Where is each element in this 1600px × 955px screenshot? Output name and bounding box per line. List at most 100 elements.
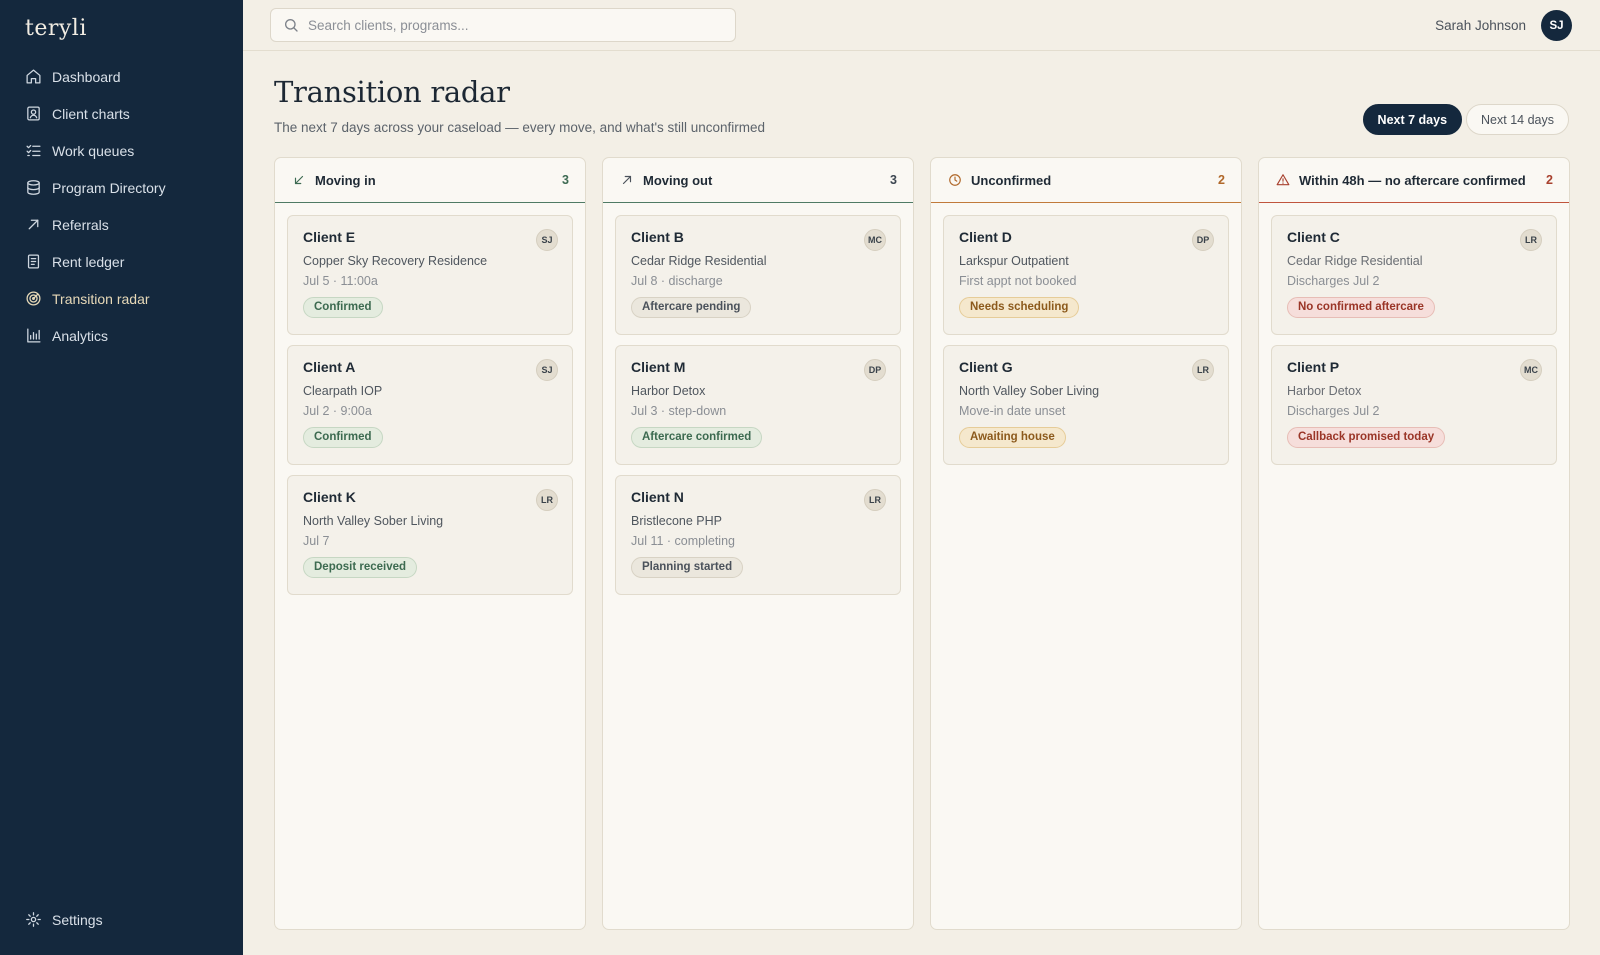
column-count: 3 <box>890 173 897 187</box>
client-card[interactable]: Client M DP Harbor Detox Jul 3 · step-down A… <box>615 345 901 465</box>
sidebar-item-work-queues[interactable]: Work queues <box>0 132 243 169</box>
program-name: Larkspur Outpatient <box>959 254 1069 268</box>
sidebar-item-program-directory[interactable]: Program Directory <box>0 169 243 206</box>
column-header: Within 48h — no aftercare confirmed 2 <box>1259 158 1569 203</box>
client-card[interactable]: Client B MC Cedar Ridge Residential Jul 8 ·… <box>615 215 901 335</box>
client-name: Client C <box>1287 229 1340 245</box>
client-card[interactable]: Client D DP Larkspur Outpatient First appt … <box>943 215 1229 335</box>
range-next-7-days-button[interactable]: Next 7 days <box>1362 104 1463 135</box>
client-name: Client N <box>631 489 684 505</box>
program-name: Cedar Ridge Residential <box>631 254 767 268</box>
assignee-avatar: SJ <box>536 229 558 251</box>
home-icon <box>26 69 41 84</box>
program-name: Harbor Detox <box>631 384 706 398</box>
column-count: 3 <box>562 173 569 187</box>
search-box <box>270 8 736 42</box>
assignee-avatar: SJ <box>536 359 558 381</box>
sidebar-item-dashboard[interactable]: Dashboard <box>0 58 243 95</box>
card-list: Client C LR Cedar Ridge Residential Dischar… <box>1259 203 1569 465</box>
sidebar-item-label: Referrals <box>52 216 109 233</box>
assignee-avatar: LR <box>1520 229 1542 251</box>
sidebar-item-analytics[interactable]: Analytics <box>0 317 243 354</box>
client-card[interactable]: Client P MC Harbor Detox Discharges Jul 2 Ca… <box>1271 345 1557 465</box>
sidebar-item-label: Dashboard <box>52 68 121 85</box>
status-badge: Deposit received <box>303 557 418 578</box>
column-title: Moving in <box>315 172 376 188</box>
column-count: 2 <box>1546 173 1553 187</box>
assignee-avatar: LR <box>864 489 886 511</box>
user-menu[interactable]: Sarah Johnson SJ <box>1435 10 1572 41</box>
sidebar-settings: Settings <box>0 901 243 938</box>
column-header: Moving out 3 <box>603 158 913 203</box>
status-badge: Awaiting house <box>959 427 1066 448</box>
avatar[interactable]: SJ <box>1541 10 1572 41</box>
status-badge: No confirmed aftercare <box>1287 297 1435 318</box>
transition-detail: Discharges Jul 2 <box>1287 404 1380 418</box>
arrow-up-right-icon <box>28 219 39 230</box>
column-within-48h-no-aftercare-confirmed: Within 48h — no aftercare confirmed 2 Clie… <box>1258 157 1570 930</box>
column-moving-in: Moving in 3 Client E SJ Copper Sky Recovery … <box>274 157 586 930</box>
program-name: North Valley Sober Living <box>303 514 444 528</box>
program-name: Clearpath IOP <box>303 384 383 398</box>
sidebar-item-label: Client charts <box>52 105 130 122</box>
client-name: Client B <box>631 229 684 245</box>
client-name: Client G <box>959 359 1013 375</box>
clock-icon <box>949 174 961 186</box>
transition-detail: Jul 11 · completing <box>631 534 735 548</box>
sidebar-item-label: Settings <box>52 911 103 928</box>
assignee-avatar: LR <box>536 489 558 511</box>
column-header: Unconfirmed 2 <box>931 158 1241 203</box>
sidebar-item-label: Work queues <box>52 142 135 159</box>
sidebar-item-client-charts[interactable]: Client charts <box>0 95 243 132</box>
range-next-14-days-button[interactable]: Next 14 days <box>1466 104 1569 135</box>
page-title: Transition radar <box>274 75 510 109</box>
transition-detail: Jul 8 · discharge <box>631 274 723 288</box>
client-name: Client E <box>303 229 356 245</box>
client-card[interactable]: Client N LR Bristlecone PHP Jul 11 · comple… <box>615 475 901 595</box>
column-title: Unconfirmed <box>971 172 1052 188</box>
client-name: Client D <box>959 229 1012 245</box>
arrow-down-left-icon <box>294 175 304 185</box>
sidebar-item-referrals[interactable]: Referrals <box>0 206 243 243</box>
page-subtitle: The next 7 days across your caseload — e… <box>274 120 766 135</box>
database-icon <box>27 180 40 195</box>
user-name: Sarah Johnson <box>1435 18 1526 33</box>
chart-icon <box>27 106 40 121</box>
sidebar-item-rent-ledger[interactable]: Rent ledger <box>0 243 243 280</box>
client-card[interactable]: Client K LR North Valley Sober Living Jul 7… <box>287 475 573 595</box>
client-name: Client M <box>631 359 686 375</box>
client-card[interactable]: Client A SJ Clearpath IOP Jul 2 · 9:00a Conf… <box>287 345 573 465</box>
column-title: Moving out <box>643 172 713 188</box>
sidebar-item-settings[interactable]: Settings <box>0 901 243 938</box>
sidebar-item-label: Analytics <box>52 327 109 344</box>
gear-icon <box>26 912 41 927</box>
client-card[interactable]: Client G LR North Valley Sober Living Move-… <box>943 345 1229 465</box>
top-bar: Sarah Johnson SJ <box>243 0 1600 51</box>
card-list: Client E SJ Copper Sky Recovery Residence J… <box>275 203 585 595</box>
sidebar: teryli Dashboard Client charts Work queu… <box>0 0 243 955</box>
column-count: 2 <box>1218 173 1225 187</box>
assignee-avatar: MC <box>864 229 886 251</box>
assignee-avatar: MC <box>1520 359 1542 381</box>
program-name: North Valley Sober Living <box>959 384 1100 398</box>
transition-detail: Discharges Jul 2 <box>1287 274 1380 288</box>
sidebar-item-transition-radar[interactable]: Transition radar <box>0 280 243 317</box>
sidebar-item-label: Rent ledger <box>52 253 125 270</box>
search-icon <box>285 19 298 32</box>
status-badge: Planning started <box>631 557 744 578</box>
arrow-up-right-icon <box>622 175 632 185</box>
column-title: Within 48h — no aftercare confirmed <box>1299 172 1526 188</box>
card-list: Client B MC Cedar Ridge Residential Jul 8 ·… <box>603 203 913 595</box>
column-moving-out: Moving out 3 Client B MC Cedar Ridge Residen… <box>602 157 914 930</box>
main-content: Sarah Johnson SJ Transition radar The ne… <box>243 0 1600 955</box>
client-card[interactable]: Client E SJ Copper Sky Recovery Residence J… <box>287 215 573 335</box>
search-input[interactable] <box>308 17 708 33</box>
transition-detail: Move-in date unset <box>959 404 1066 418</box>
assignee-avatar: DP <box>1192 229 1214 251</box>
client-card[interactable]: Client C LR Cedar Ridge Residential Dischar… <box>1271 215 1557 335</box>
client-name: Client K <box>303 489 356 505</box>
card-list: Client D DP Larkspur Outpatient First appt … <box>931 203 1241 465</box>
program-name: Cedar Ridge Residential <box>1287 254 1423 268</box>
sidebar-item-label: Program Directory <box>52 179 166 196</box>
transition-detail: First appt not booked <box>959 274 1077 288</box>
